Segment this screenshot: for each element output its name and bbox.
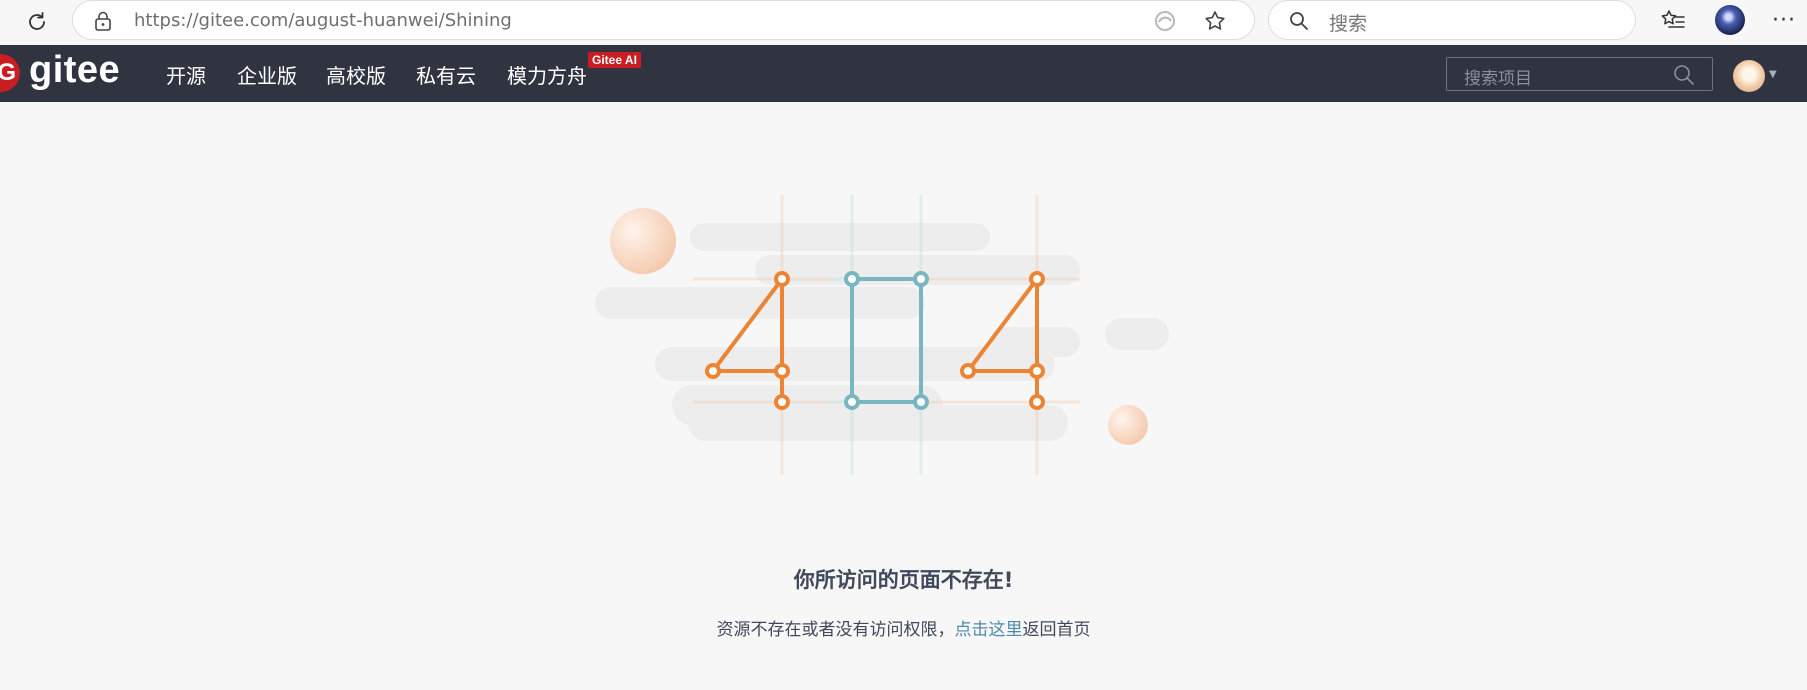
user-avatar[interactable] — [1733, 60, 1765, 92]
gitee-ai-badge[interactable]: Gitee AI — [588, 52, 641, 68]
address-bar[interactable]: https://gitee.com/august-huanwei/Shining — [72, 0, 1255, 40]
browser-profile-avatar[interactable] — [1715, 5, 1745, 35]
browser-search-placeholder: 搜索 — [1329, 13, 1368, 35]
search-icon — [1289, 11, 1309, 35]
gitee-logo-text[interactable]: gitee — [29, 49, 120, 92]
reload-icon — [29, 12, 45, 30]
more-menu-icon[interactable]: ··· — [1772, 8, 1796, 33]
chevron-down-icon[interactable]: ▼ — [1769, 69, 1777, 80]
error-desc-tail: 返回首页 — [1022, 620, 1091, 640]
url-path: /august-huanwei/Shining — [288, 10, 512, 31]
browser-search-box[interactable]: 搜索 — [1268, 0, 1636, 40]
search-icon[interactable] — [1673, 64, 1695, 90]
project-search-input[interactable]: 搜索项目 — [1446, 57, 1713, 91]
lock-icon — [94, 11, 112, 35]
favorites-list-icon[interactable] — [1660, 8, 1686, 36]
reload-button[interactable] — [22, 7, 52, 37]
go-home-link[interactable]: 点击这里 — [955, 620, 1023, 640]
gitee-logo-icon[interactable]: G — [0, 54, 20, 92]
nav-private-cloud[interactable]: 私有云 — [416, 60, 476, 89]
url-host: https://gitee.com — [134, 10, 289, 31]
error-desc-text: 资源不存在或者没有访问权限， — [716, 620, 955, 640]
cloud-strips — [595, 223, 1169, 441]
site-header: G gitee 开源 企业版 高校版 私有云 模力方舟 Gitee AI 搜索项… — [0, 45, 1807, 102]
favorite-star-icon[interactable] — [1203, 9, 1227, 37]
nav-moli-fangzhou[interactable]: 模力方舟 — [507, 60, 587, 89]
read-aloud-icon[interactable] — [1154, 10, 1176, 36]
decor-sphere-small — [1108, 405, 1148, 445]
error-404-illustration — [580, 195, 1180, 485]
nav-education[interactable]: 高校版 — [326, 60, 386, 89]
nav-open-source[interactable]: 开源 — [166, 60, 206, 89]
decor-sphere-large — [610, 208, 676, 274]
project-search-placeholder: 搜索项目 — [1464, 69, 1532, 89]
error-title: 你所访问的页面不存在! — [793, 568, 1014, 592]
address-url[interactable]: https://gitee.com/august-huanwei/Shining — [134, 10, 512, 31]
browser-toolbar: https://gitee.com/august-huanwei/Shining… — [0, 0, 1807, 45]
nav-enterprise[interactable]: 企业版 — [237, 60, 297, 89]
error-description: 资源不存在或者没有访问权限，点击这里返回首页 — [250, 615, 1557, 640]
